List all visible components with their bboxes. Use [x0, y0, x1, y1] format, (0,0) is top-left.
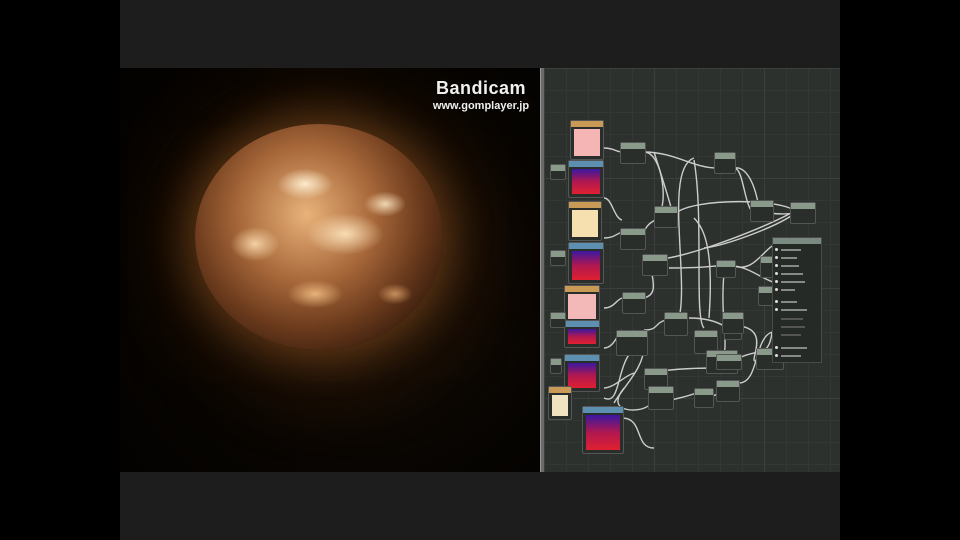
glowing-sphere-preview — [195, 124, 443, 350]
operator-node[interactable] — [616, 330, 648, 356]
gradient-ramp-preview — [572, 251, 600, 280]
letterbox-left — [0, 0, 120, 540]
operator-node[interactable] — [620, 228, 646, 250]
operator-node[interactable] — [722, 312, 744, 334]
watermark-url: www.gomplayer.jp — [432, 100, 530, 112]
color-swatch-cream — [572, 210, 598, 237]
operator-node[interactable] — [694, 388, 714, 408]
preview-viewport[interactable] — [120, 68, 540, 472]
input-stub-node[interactable] — [550, 312, 566, 328]
operator-node[interactable] — [790, 202, 816, 224]
recorder-watermark: Bandicam www.gomplayer.jp — [416, 78, 546, 112]
operator-node[interactable] — [654, 206, 678, 228]
input-stub-node[interactable] — [550, 164, 566, 180]
texture-node-4[interactable] — [548, 386, 572, 420]
gradient-ramp-preview — [572, 169, 600, 194]
letterbox-top — [120, 0, 840, 68]
operator-node[interactable] — [750, 200, 774, 222]
input-stub-node[interactable] — [550, 250, 566, 266]
texture-node-3[interactable] — [564, 285, 600, 323]
operator-node[interactable] — [664, 312, 688, 336]
texture-node-1[interactable] — [570, 120, 604, 160]
gradient-ramp-preview — [568, 329, 596, 344]
color-swatch-pink — [568, 294, 596, 319]
operator-node[interactable] — [620, 142, 646, 164]
watermark-title: Bandicam — [435, 78, 527, 98]
material-output-node[interactable] — [772, 237, 822, 363]
gradient-ramp-node-3[interactable] — [564, 320, 600, 348]
gradient-ramp-preview — [568, 363, 596, 388]
operator-node[interactable] — [642, 254, 668, 276]
texture-node-2[interactable] — [568, 201, 602, 241]
gradient-ramp-preview — [586, 415, 620, 450]
gradient-ramp-node-5[interactable] — [582, 406, 624, 454]
operator-node[interactable] — [716, 260, 736, 278]
operator-node[interactable] — [716, 380, 740, 402]
operator-node[interactable] — [622, 292, 646, 314]
letterbox-bottom — [120, 472, 840, 540]
operator-node[interactable] — [716, 354, 742, 370]
operator-node[interactable] — [714, 152, 736, 174]
gradient-ramp-node-1[interactable] — [568, 160, 604, 198]
input-stub-node[interactable] — [550, 358, 562, 374]
node-graph-editor[interactable] — [544, 68, 840, 472]
operator-node[interactable] — [648, 386, 674, 410]
color-swatch-cream — [552, 395, 568, 416]
letterbox-right — [840, 0, 960, 540]
gradient-ramp-node-2[interactable] — [568, 242, 604, 284]
color-swatch-pink — [574, 129, 600, 156]
